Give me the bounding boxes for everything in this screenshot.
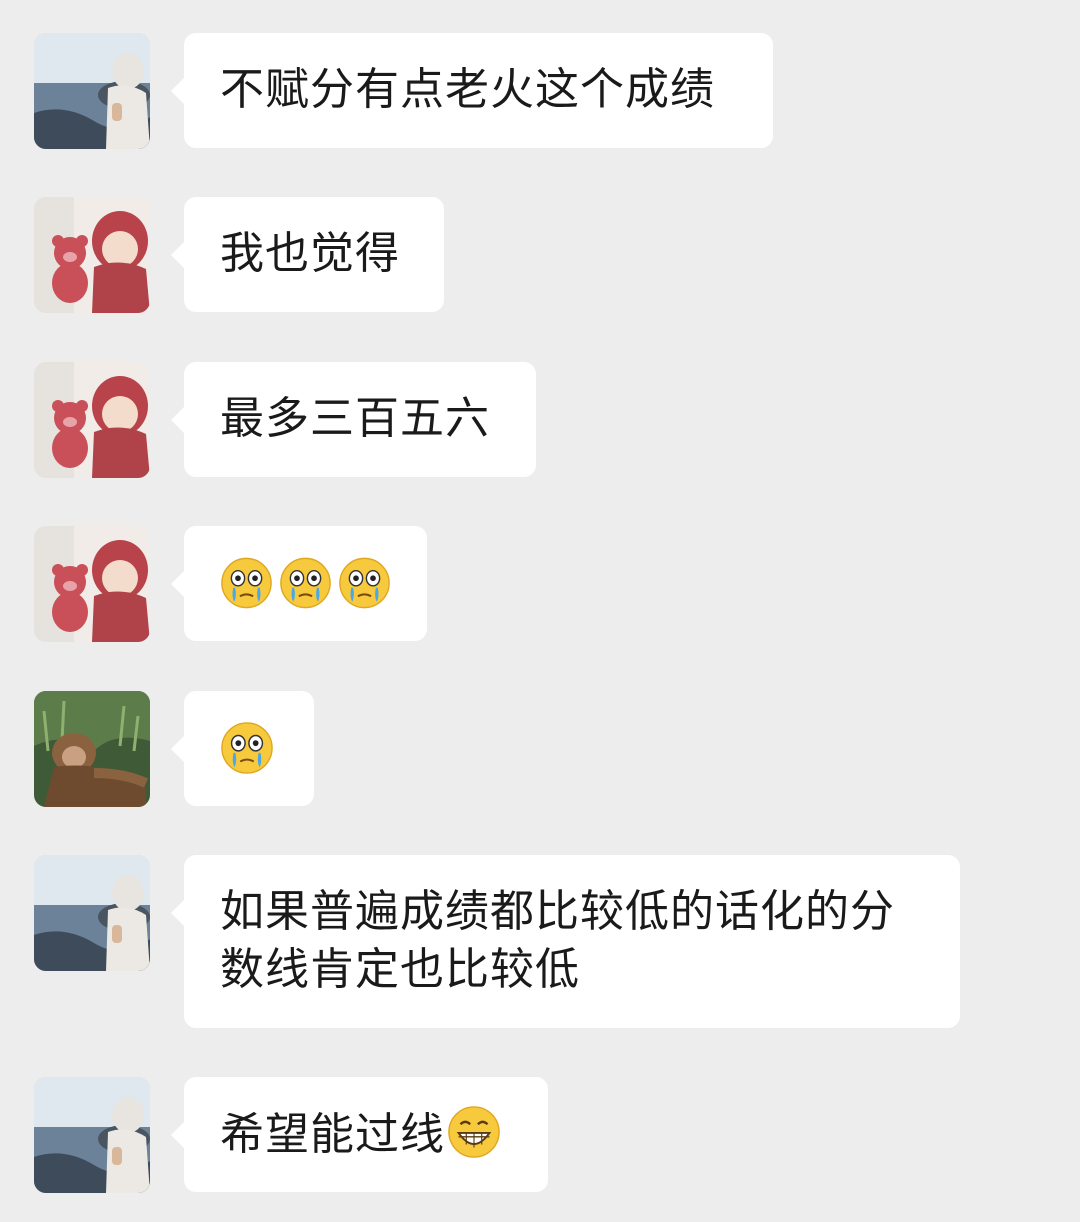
avatar[interactable] — [34, 362, 150, 478]
avatar-image — [34, 526, 150, 642]
message-text: 最多三百五六 — [220, 393, 490, 444]
cry-emoji-icon — [220, 721, 274, 775]
message-bubble[interactable]: 最多三百五六 — [171, 362, 536, 477]
grin-emoji-icon — [447, 1105, 501, 1159]
avatar[interactable] — [34, 855, 150, 971]
message-text: 不赋分有点老火这个成绩 — [220, 64, 715, 115]
message-bubble[interactable]: 希望能过线 — [171, 1077, 548, 1192]
message-bubble[interactable] — [171, 526, 427, 641]
cry-emoji-icon — [338, 556, 391, 610]
message-bubble[interactable]: 我也觉得 — [171, 197, 444, 312]
avatar-image — [34, 33, 150, 149]
avatar[interactable] — [34, 197, 150, 313]
avatar[interactable] — [34, 526, 150, 642]
cry-emoji-icon — [220, 556, 273, 610]
message-bubble[interactable]: 如果普遍成绩都比较低的话化的分 数线肯定也比较低 — [171, 855, 960, 1028]
avatar-image — [34, 855, 150, 971]
message-bubble[interactable] — [171, 691, 314, 806]
message-text: 我也觉得 — [220, 228, 400, 279]
avatar-image — [34, 691, 150, 807]
avatar[interactable] — [34, 691, 150, 807]
avatar-image — [34, 362, 150, 478]
message-text: 希望能过线 — [220, 1109, 445, 1160]
avatar[interactable] — [34, 1077, 150, 1193]
avatar[interactable] — [34, 33, 150, 149]
avatar-image — [34, 197, 150, 313]
avatar-image — [34, 1077, 150, 1193]
message-text-line: 如果普遍成绩都比较低的话化的分 — [220, 886, 895, 937]
message-bubble[interactable]: 不赋分有点老火这个成绩 — [171, 33, 773, 148]
message-text-line: 数线肯定也比较低 — [220, 944, 580, 995]
cry-emoji-icon — [279, 556, 332, 610]
